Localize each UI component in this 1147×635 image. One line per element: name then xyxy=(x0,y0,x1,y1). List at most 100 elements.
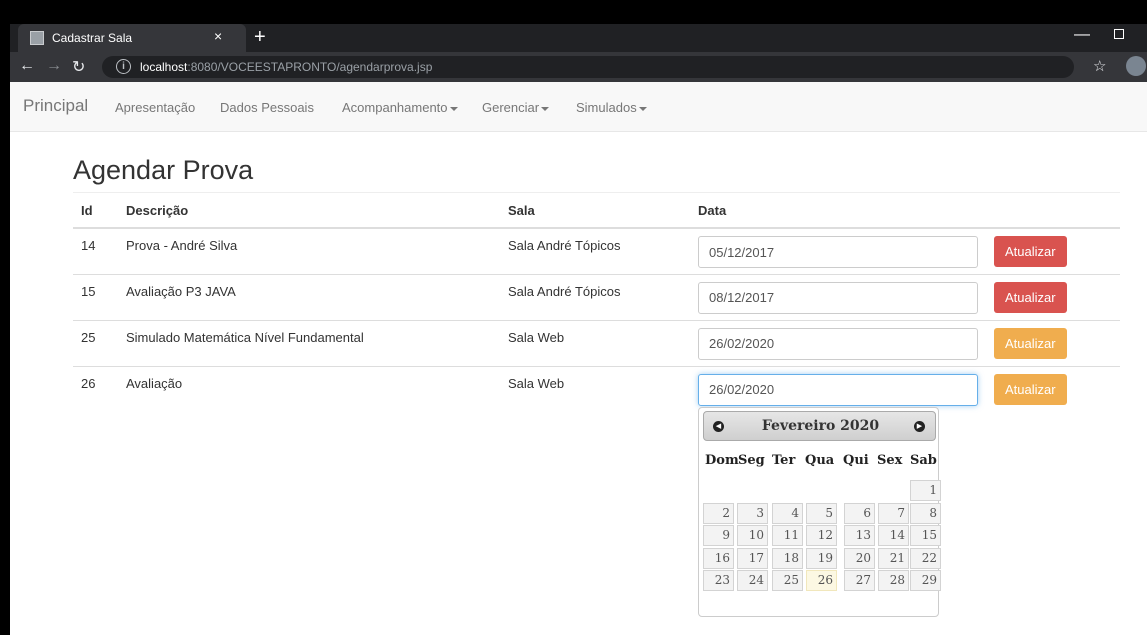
cell-descricao: Simulado Matemática Nível Fundamental xyxy=(118,319,500,366)
reload-icon[interactable]: ↻ xyxy=(72,57,85,77)
day-cell[interactable]: 11 xyxy=(772,525,803,546)
day-cell[interactable]: 19 xyxy=(806,547,837,569)
nav-dados-pessoais[interactable]: Dados Pessoais xyxy=(220,100,314,115)
table-row: 14 Prova - André Silva Sala André Tópico… xyxy=(73,228,1120,274)
day-cell[interactable]: 26 xyxy=(806,570,837,591)
date-input[interactable] xyxy=(698,373,978,406)
cell-action: Atualizar xyxy=(986,228,1120,274)
cell-action: Atualizar xyxy=(986,365,1120,412)
divider xyxy=(73,192,1120,193)
day-cell[interactable]: 12 xyxy=(806,525,837,546)
table-header-row: Id Descrição Sala Data xyxy=(73,194,1120,229)
column-header-sala: Sala xyxy=(500,194,690,229)
column-header-descricao: Descrição xyxy=(118,194,500,229)
update-button[interactable]: Atualizar xyxy=(994,327,1067,359)
day-cell[interactable]: 16 xyxy=(703,547,734,569)
datepicker-header: ◀ Fevereiro 2020 ▶ xyxy=(703,411,936,441)
navbar-brand[interactable]: Principal xyxy=(23,96,88,116)
next-month-icon[interactable]: ▶ xyxy=(914,421,925,432)
site-navbar: Principal Apresentação Dados Pessoais Ac… xyxy=(10,82,1147,132)
cell-id: 15 xyxy=(73,273,118,320)
nav-simulados[interactable]: Simulados xyxy=(576,100,647,115)
datepicker-month-label: Fevereiro 2020 xyxy=(761,418,880,434)
caret-down-icon xyxy=(449,106,458,111)
page-title: Agendar Prova xyxy=(73,155,254,185)
day-cell[interactable]: 14 xyxy=(878,525,909,546)
cell-descricao: Avaliação xyxy=(118,365,500,412)
day-cell[interactable]: 1 xyxy=(910,480,941,501)
update-button[interactable]: Atualizar xyxy=(994,281,1067,313)
date-input[interactable] xyxy=(698,281,978,314)
cell-descricao: Prova - André Silva xyxy=(126,238,238,253)
profile-avatar[interactable] xyxy=(1126,56,1146,76)
date-input[interactable] xyxy=(698,236,978,268)
day-cell[interactable]: 9 xyxy=(703,525,734,546)
minimize-icon[interactable]: — xyxy=(1074,26,1090,44)
weekday-label: Sab xyxy=(910,453,937,468)
weekday-label: Seg xyxy=(738,453,765,468)
nav-acompanhamento[interactable]: Acompanhamento xyxy=(342,100,458,115)
bookmark-star-icon[interactable]: ☆ xyxy=(1093,57,1106,75)
cell-id: 26 xyxy=(73,365,118,412)
day-cell[interactable]: 7 xyxy=(878,502,909,524)
cell-data xyxy=(690,365,986,412)
restore-window-icon[interactable] xyxy=(1114,29,1124,39)
browser-tab-strip: Cadastrar Sala × + — xyxy=(10,24,1147,52)
cell-action: Atualizar xyxy=(986,273,1120,320)
new-tab-button[interactable]: + xyxy=(254,25,266,49)
update-button[interactable]: Atualizar xyxy=(994,373,1067,405)
column-header-action xyxy=(986,194,1120,229)
back-arrow-icon[interactable]: ← xyxy=(19,57,35,75)
caret-down-icon xyxy=(541,106,550,111)
nav-gerenciar[interactable]: Gerenciar xyxy=(482,100,550,115)
day-cell[interactable]: 24 xyxy=(737,570,768,591)
day-cell[interactable]: 20 xyxy=(844,547,875,569)
update-button[interactable]: Atualizar xyxy=(994,236,1067,267)
day-cell[interactable]: 27 xyxy=(844,570,875,591)
tab-title: Cadastrar Sala xyxy=(52,31,133,45)
day-cell[interactable]: 25 xyxy=(772,570,803,591)
day-cell[interactable]: 3 xyxy=(737,502,768,524)
info-icon[interactable]: i xyxy=(116,59,131,74)
day-cell[interactable]: 18 xyxy=(772,547,803,569)
page-viewport: Principal Apresentação Dados Pessoais Ac… xyxy=(10,82,1147,635)
table-row: 26 Avaliação Sala Web Atualizar xyxy=(73,365,1120,412)
column-header-id: Id xyxy=(73,194,118,229)
day-cell[interactable]: 22 xyxy=(910,547,941,569)
day-cell[interactable]: 17 xyxy=(737,547,768,569)
date-input[interactable] xyxy=(698,327,978,360)
datepicker-popup: ◀ Fevereiro 2020 ▶ Dom Seg Ter Qua Qui Sex Sab… xyxy=(698,407,941,617)
close-tab-icon[interactable]: × xyxy=(214,28,222,44)
cell-id: 14 xyxy=(81,238,96,253)
day-cell[interactable]: 8 xyxy=(910,502,941,524)
day-cell[interactable]: 5 xyxy=(806,502,837,524)
cell-action: Atualizar xyxy=(986,319,1120,366)
day-cell[interactable]: 21 xyxy=(878,547,909,569)
cell-descricao: Avaliação P3 JAVA xyxy=(118,273,500,320)
favicon-icon xyxy=(30,31,44,45)
column-header-data: Data xyxy=(690,194,986,229)
nav-apresentacao[interactable]: Apresentação xyxy=(115,100,195,115)
weekday-label: Qua xyxy=(805,453,835,468)
weekday-label: Dom xyxy=(705,453,739,468)
day-cell[interactable]: 4 xyxy=(772,502,803,524)
cell-data xyxy=(690,228,986,274)
cell-id: 25 xyxy=(73,319,118,366)
browser-toolbar: ← → ↻ i localhost:8080/VOCEESTAPRONTO/ag… xyxy=(10,52,1147,82)
day-cell[interactable]: 15 xyxy=(910,525,941,546)
day-cell[interactable]: 2 xyxy=(703,502,734,524)
day-cell[interactable]: 28 xyxy=(878,570,909,591)
browser-tab[interactable]: Cadastrar Sala × xyxy=(18,24,246,52)
day-cell[interactable]: 23 xyxy=(703,570,734,591)
day-cell[interactable]: 13 xyxy=(844,525,875,546)
address-bar[interactable]: i localhost:8080/VOCEESTAPRONTO/agendarp… xyxy=(102,56,1074,78)
table-row: 25 Simulado Matemática Nível Fundamental… xyxy=(73,319,1120,366)
day-cell[interactable]: 10 xyxy=(737,525,768,546)
weekday-label: Ter xyxy=(772,453,796,468)
url-text: localhost:8080/VOCEESTAPRONTO/agendarpro… xyxy=(140,60,433,74)
day-cell[interactable]: 29 xyxy=(910,570,941,591)
table-row: 15 Avaliação P3 JAVA Sala André Tópicos … xyxy=(73,273,1120,320)
forward-arrow-icon[interactable]: → xyxy=(46,57,62,75)
day-cell[interactable]: 6 xyxy=(844,502,875,524)
exams-table: Id Descrição Sala Data 14 Prova - André … xyxy=(73,194,1120,412)
